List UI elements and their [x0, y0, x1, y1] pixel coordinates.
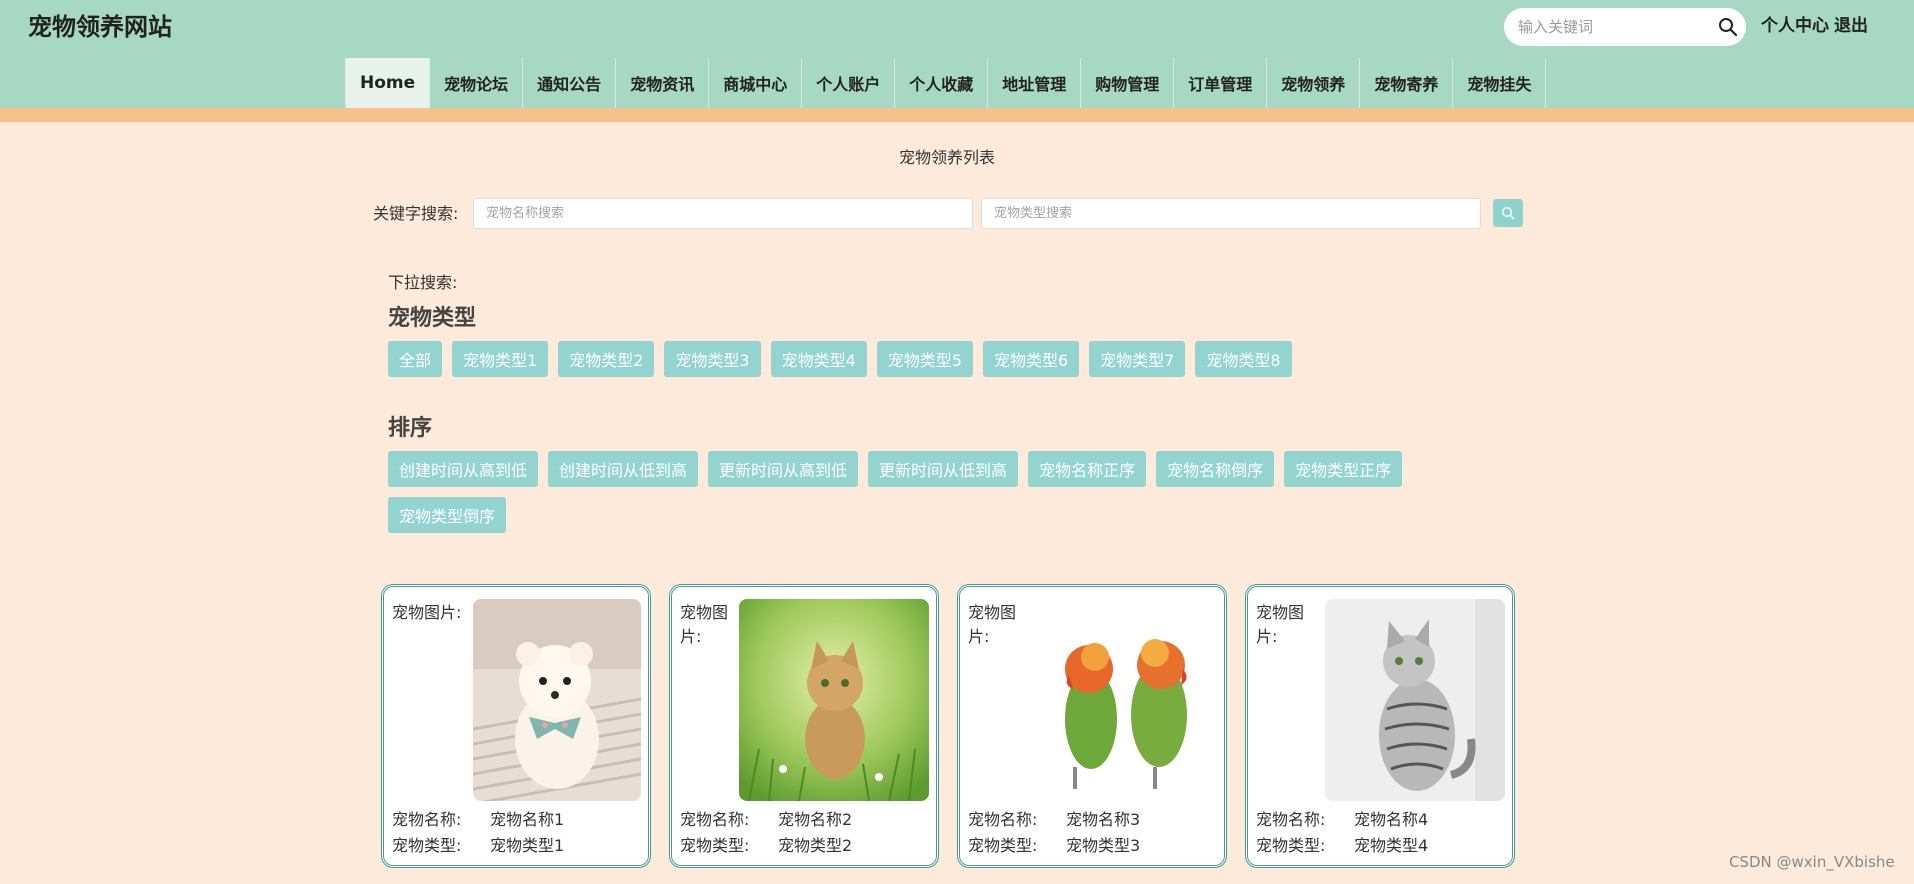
logout-link[interactable]: 退出 — [1834, 14, 1868, 38]
pet-type-chip[interactable]: 宠物类型8 — [1195, 341, 1292, 377]
lovebird-parrots-photo[interactable] — [1033, 599, 1217, 801]
page-title: 宠物领养列表 — [898, 148, 995, 167]
header-search-box[interactable] — [1504, 8, 1746, 46]
site-title: 宠物领养网站 — [28, 13, 172, 41]
search-button[interactable] — [1493, 199, 1523, 227]
pet-type-label: 宠物类型: — [392, 836, 462, 855]
nav-cart[interactable]: 购物管理 — [1081, 58, 1175, 108]
pet-type-heading: 宠物类型 — [388, 306, 477, 331]
pet-type-label: 宠物类型: — [680, 836, 750, 855]
nav-mall[interactable]: 商城中心 — [709, 58, 803, 108]
pet-type-label: 宠物类型: — [1256, 836, 1326, 855]
pet-name-row: 宠物名称: 宠物名称2 — [680, 808, 852, 832]
pet-type-chip[interactable]: 宠物类型6 — [982, 341, 1080, 377]
search-icon — [1501, 206, 1515, 220]
pet-image-label: 宠物图片: — [968, 603, 1017, 646]
pet-type-filter-row: 全部 宠物类型1 宠物类型2 宠物类型3 宠物类型4 宠物类型5 宠物类型6 宠… — [388, 341, 1292, 377]
nav-account[interactable]: 个人账户 — [802, 58, 896, 108]
pet-type-chip[interactable]: 宠物类型4 — [770, 341, 867, 377]
pet-name-value: 宠物名称4 — [1354, 810, 1429, 829]
pet-image-label: 宠物图片: — [392, 603, 462, 622]
sort-chip[interactable]: 宠物类型倒序 — [388, 497, 507, 533]
pet-card[interactable]: 宠物图片: 宠物名称: 宠物名称4 宠物类型: 宠物类型4 — [1245, 584, 1515, 868]
pet-name-label: 宠物名称: — [1256, 810, 1326, 829]
sort-chip[interactable]: 创建时间从低到高 — [548, 451, 699, 487]
pet-type-row: 宠物类型: 宠物类型3 — [968, 834, 1140, 858]
sort-chip[interactable]: 宠物名称倒序 — [1156, 451, 1275, 487]
dropdown-search-label: 下拉搜索: — [388, 273, 458, 292]
kitten-in-grass-photo[interactable] — [739, 599, 929, 801]
pet-type-row: 宠物类型: 宠物类型1 — [392, 834, 564, 858]
pet-image-label: 宠物图片: — [680, 603, 729, 646]
pet-name-search-input[interactable] — [473, 198, 973, 229]
sort-options-row-2: 宠物类型倒序 — [388, 497, 507, 533]
nav-orders[interactable]: 订单管理 — [1174, 58, 1268, 108]
pet-name-label: 宠物名称: — [968, 810, 1038, 829]
nav-pet-forum[interactable]: 宠物论坛 — [430, 58, 524, 108]
nav-lost[interactable]: 宠物挂失 — [1453, 58, 1547, 108]
pet-type-value: 宠物类型1 — [490, 836, 565, 855]
nav-favorites[interactable]: 个人收藏 — [895, 58, 989, 108]
top-header: 宠物领养网站 个人中心 退出 Home 宠物论坛 通知公告 宠物资讯 商城中心 … — [0, 0, 1914, 108]
pet-type-value: 宠物类型4 — [1354, 836, 1429, 855]
pet-name-row: 宠物名称: 宠物名称1 — [392, 808, 564, 832]
sort-chip[interactable]: 更新时间从低到高 — [868, 451, 1019, 487]
pet-name-value: 宠物名称2 — [778, 810, 853, 829]
pet-type-chip-all[interactable]: 全部 — [388, 341, 443, 377]
nav-home[interactable]: Home — [346, 58, 431, 108]
sort-chip[interactable]: 更新时间从高到低 — [708, 451, 859, 487]
nav-adoption[interactable]: 宠物领养 — [1267, 58, 1361, 108]
pet-name-label: 宠物名称: — [392, 810, 462, 829]
pomeranian-dog-photo[interactable] — [473, 599, 641, 801]
accent-strip — [0, 108, 1914, 122]
nav-address[interactable]: 地址管理 — [988, 58, 1082, 108]
nav-foster[interactable]: 宠物寄养 — [1360, 58, 1454, 108]
keyword-search-label: 关键字搜索: — [373, 204, 459, 223]
sort-chip[interactable]: 创建时间从高到低 — [388, 451, 539, 487]
personal-center-link[interactable]: 个人中心 — [1761, 14, 1829, 38]
pet-type-chip[interactable]: 宠物类型1 — [452, 341, 549, 377]
main-nav: Home 宠物论坛 通知公告 宠物资讯 商城中心 个人账户 个人收藏 地址管理 … — [345, 58, 1547, 108]
pet-card[interactable]: 宠物图片: 宠物名称: 宠物名称3 宠物类型: 宠物类型3 — [957, 584, 1227, 868]
pet-type-value: 宠物类型2 — [778, 836, 853, 855]
pet-name-row: 宠物名称: 宠物名称4 — [1256, 808, 1428, 832]
pet-type-chip[interactable]: 宠物类型7 — [1089, 341, 1186, 377]
pet-type-value: 宠物类型3 — [1066, 836, 1141, 855]
sort-options-row: 创建时间从高到低 创建时间从低到高 更新时间从高到低 更新时间从低到高 宠物名称… — [388, 451, 1403, 487]
pet-type-chip[interactable]: 宠物类型3 — [664, 341, 761, 377]
pet-card[interactable]: 宠物图片: 宠物名称: 宠物名称2 宠物类型: 宠物类型2 — [669, 584, 939, 868]
nav-notices[interactable]: 通知公告 — [523, 58, 617, 108]
pet-type-row: 宠物类型: 宠物类型2 — [680, 834, 852, 858]
sort-heading: 排序 — [388, 416, 433, 441]
pet-type-row: 宠物类型: 宠物类型4 — [1256, 834, 1428, 858]
sort-chip[interactable]: 宠物名称正序 — [1028, 451, 1147, 487]
watermark: CSDN @wxin_VXbishe — [1729, 853, 1895, 871]
pet-type-chip[interactable]: 宠物类型5 — [876, 341, 973, 377]
pet-card[interactable]: 宠物图片: 宠物名称: 宠物名称1 宠物类型: 宠物类型1 — [381, 584, 651, 868]
nav-pet-news[interactable]: 宠物资讯 — [616, 58, 710, 108]
pet-image-label: 宠物图片: — [1256, 603, 1305, 646]
pet-name-value: 宠物名称1 — [490, 810, 565, 829]
pet-type-label: 宠物类型: — [968, 836, 1038, 855]
pet-name-row: 宠物名称: 宠物名称3 — [968, 808, 1140, 832]
pet-name-value: 宠物名称3 — [1066, 810, 1141, 829]
search-icon[interactable] — [1718, 17, 1738, 37]
pet-type-chip[interactable]: 宠物类型2 — [558, 341, 655, 377]
pet-name-label: 宠物名称: — [680, 810, 750, 829]
header-search-input[interactable] — [1518, 15, 1708, 39]
tabby-cat-photo[interactable] — [1325, 599, 1505, 801]
pet-type-search-input[interactable] — [981, 198, 1481, 229]
sort-chip[interactable]: 宠物类型正序 — [1284, 451, 1403, 487]
